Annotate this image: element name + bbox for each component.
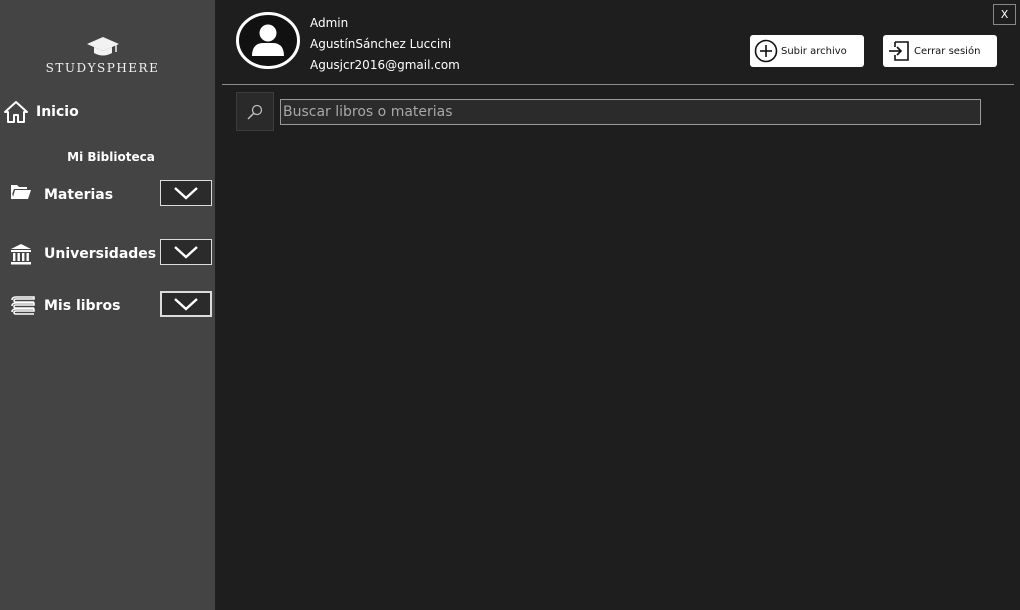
user-role: Admin <box>310 16 349 30</box>
sign-in-icon <box>889 41 909 61</box>
home-icon <box>4 101 28 123</box>
nav-item-label: Mis libros <box>44 298 121 314</box>
logout-label: Cerrar sesión <box>914 45 981 57</box>
materias-dropdown-button[interactable] <box>160 180 212 206</box>
user-info: Admin AgustínSánchez Luccini Agusjcr2016… <box>310 13 460 76</box>
folder-icon <box>11 185 31 199</box>
search-button[interactable] <box>236 92 274 131</box>
brand-logo: STUDYSPHERE <box>0 36 205 75</box>
nav-item-mis-libros[interactable]: Mis libros <box>10 291 212 321</box>
upload-file-button[interactable]: Subir archivo <box>750 35 864 67</box>
nav-item-universidades[interactable]: Universidades <box>10 239 212 269</box>
nav-home-label: Inicio <box>36 104 79 120</box>
brand-name: STUDYSPHERE <box>45 61 160 75</box>
user-email: Agusjcr2016@gmail.com <box>310 58 460 72</box>
nav-item-label: Materias <box>44 187 114 203</box>
plus-circle-icon <box>754 39 778 63</box>
header-divider <box>222 84 1014 85</box>
user-name: AgustínSánchez Luccini <box>310 37 452 51</box>
university-icon <box>11 244 31 265</box>
graduation-cap-icon <box>86 37 119 56</box>
chevron-down-icon <box>174 187 198 200</box>
section-title-library: Mi Biblioteca <box>67 150 155 164</box>
upload-file-label: Subir archivo <box>781 45 847 57</box>
chevron-down-icon <box>174 298 198 311</box>
search-input[interactable] <box>280 99 981 125</box>
user-avatar-icon <box>236 12 300 69</box>
chevron-down-icon <box>174 246 198 259</box>
books-icon <box>11 296 35 315</box>
logout-button[interactable]: Cerrar sesión <box>883 35 997 67</box>
nav-item-label: Universidades <box>44 246 157 262</box>
search-icon <box>247 104 263 120</box>
close-button[interactable]: X <box>993 4 1016 25</box>
nav-item-materias[interactable]: Materias <box>10 180 212 210</box>
universidades-dropdown-button[interactable] <box>160 239 212 265</box>
sidebar: STUDYSPHERE Inicio Mi Biblioteca Materia… <box>0 0 215 610</box>
mis-libros-dropdown-button[interactable] <box>160 291 212 317</box>
nav-home[interactable]: Inicio <box>4 101 79 123</box>
